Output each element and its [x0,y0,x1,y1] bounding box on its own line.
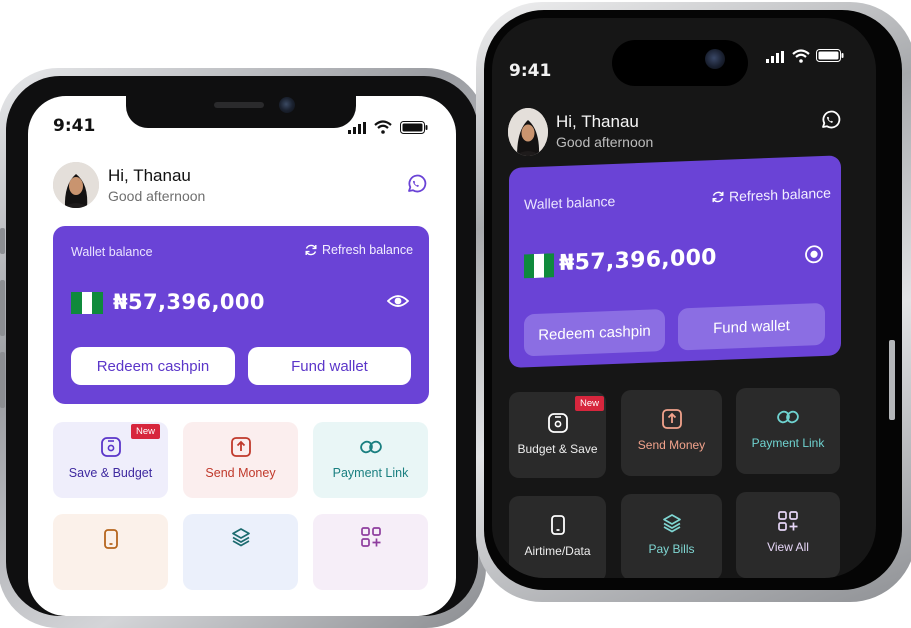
status-time: 9:41 [509,61,552,81]
refresh-label: Refresh balance [322,243,414,257]
tile-send-money[interactable]: Send Money [183,422,298,498]
wallet-label: Wallet balance [524,192,616,213]
tile-pay-bills[interactable] [183,514,298,590]
avatar[interactable] [53,162,99,208]
refresh-balance-button[interactable]: Refresh balance [304,243,413,257]
tile-view-all[interactable]: View All [736,492,840,578]
refresh-icon [305,244,317,256]
greeting-name: Hi, Thanau [556,112,639,131]
notch [126,96,356,128]
refresh-icon [712,191,724,203]
eye-icon[interactable] [804,244,824,265]
tile-label: Payment Link [332,466,409,480]
camera [279,97,295,113]
tile-view-all[interactable] [313,514,428,590]
greeting-name: Hi, Thanau [108,166,191,185]
greeting-subtitle: Good afternoon [108,188,206,204]
tile-label: Payment Link [751,436,825,450]
fund-wallet-button[interactable]: Fund wallet [248,347,411,385]
phone-screen-light: 9:41 Hi, Thanau Good afternoon Wallet ba… [28,96,456,616]
wallet-card: Wallet balance Refresh balance ₦57,396,0… [509,155,841,368]
upload-icon [661,409,682,429]
dynamic-island [612,40,748,86]
wifi-icon [374,120,392,134]
nigeria-flag-icon [71,292,103,314]
grid-plus-icon [360,527,381,547]
tile-payment-link[interactable]: Payment Link [313,422,428,498]
fund-wallet-button[interactable]: Fund wallet [678,302,825,351]
signal-icon [766,51,784,63]
layers-icon [231,528,250,547]
phone-screen-dark: 9:41 Hi, Thanau Good afternoon Wallet ba… [492,18,876,578]
grid-plus-icon [778,511,798,531]
tile-pay-bills[interactable]: Pay Bills [621,494,722,578]
whatsapp-icon[interactable] [404,172,428,196]
tile-airtime[interactable] [53,514,168,590]
refresh-label: Refresh balance [729,184,831,205]
redeem-cashpin-button[interactable]: Redeem cashpin [524,309,665,357]
nigeria-flag-icon [524,253,554,279]
wallet-card: Wallet balance Refresh balance ₦57,396,0… [53,226,429,404]
camera [705,49,725,69]
new-badge: New [131,424,161,439]
upload-icon [230,437,251,457]
eye-icon[interactable] [387,293,409,309]
signal-icon [348,122,366,134]
battery-icon [400,121,428,134]
tile-label: Send Money [205,466,276,480]
greeting-subtitle: Good afternoon [556,134,654,150]
tile-label: Budget & Save [517,442,598,456]
speaker [214,102,264,108]
redeem-cashpin-button[interactable]: Redeem cashpin [71,347,235,385]
tile-save-budget[interactable]: New Save & Budget [53,422,168,498]
link-icon [359,440,382,454]
tile-send-money[interactable]: Send Money [621,390,722,476]
tile-airtime-data[interactable]: Airtime/Data [509,496,606,578]
whatsapp-icon[interactable] [818,108,842,132]
refresh-balance-button[interactable]: Refresh balance [711,185,831,206]
avatar[interactable] [508,108,548,156]
tile-payment-link[interactable]: Payment Link [736,388,840,474]
phone-icon [550,515,565,535]
new-badge: New [575,396,605,411]
tile-label: Send Money [637,438,706,452]
wallet-icon [547,413,568,433]
side-button [0,280,5,336]
side-button [0,352,5,408]
side-button [0,228,5,254]
tile-label: View All [767,540,809,554]
layers-icon [662,514,681,533]
wallet-icon [100,437,121,457]
link-icon [777,410,799,424]
side-button [889,340,895,420]
tile-label: Pay Bills [648,542,695,556]
wallet-amount: ₦57,396,000 [559,245,717,277]
tile-label: Save & Budget [68,466,153,480]
wallet-amount: ₦57,396,000 [113,290,265,314]
battery-icon [816,49,844,62]
wifi-icon [792,49,810,63]
status-time: 9:41 [53,116,96,136]
phone-icon [103,529,118,549]
wallet-label: Wallet balance [71,245,153,259]
tile-budget-save[interactable]: New Budget & Save [509,392,606,478]
